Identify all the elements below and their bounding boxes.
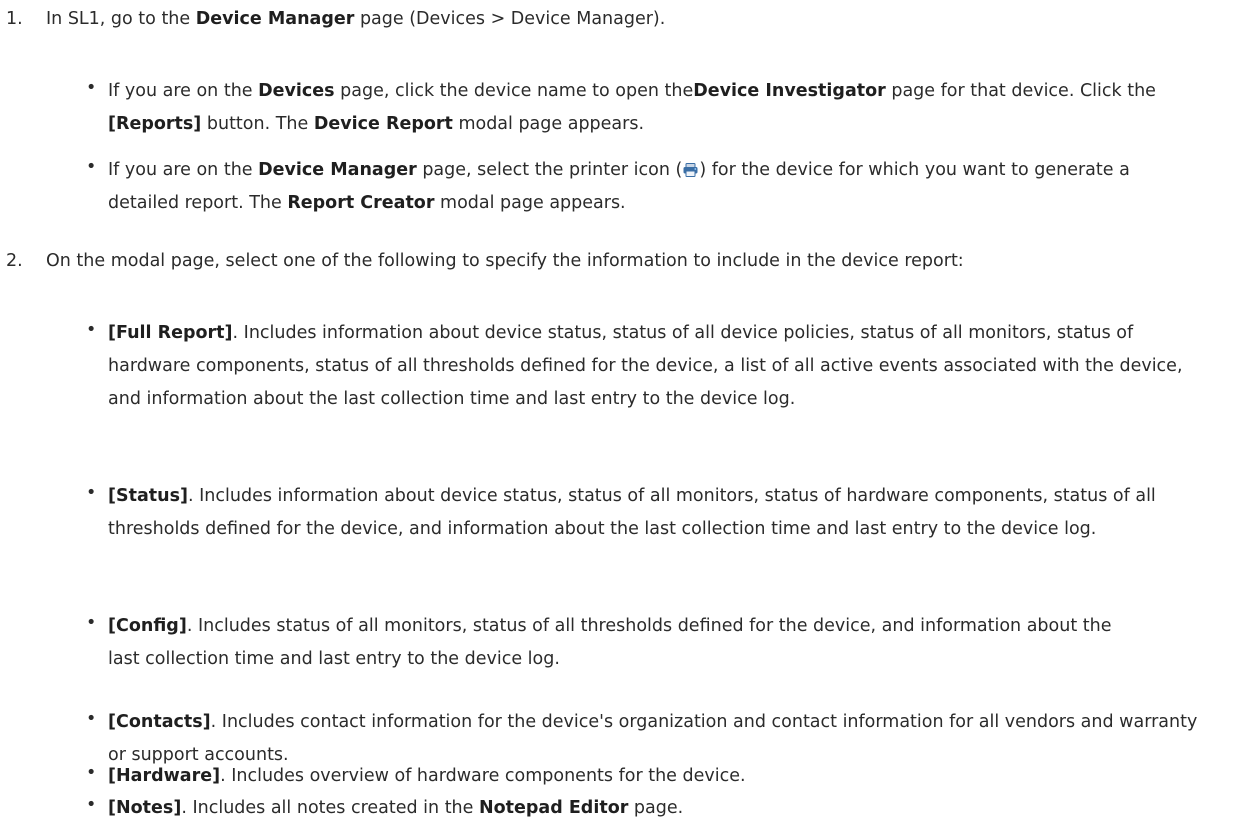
ui-term: Report Creator bbox=[287, 193, 435, 213]
text-segment: button. The bbox=[201, 114, 314, 134]
ui-term: [Reports] bbox=[108, 114, 202, 134]
text-segment: . Includes information about device stat… bbox=[108, 323, 1183, 409]
text-segment: . Includes information about device stat… bbox=[108, 486, 1156, 539]
list-item-text: [Config]. Includes status of all monitor… bbox=[108, 610, 1148, 676]
bullet-dot: • bbox=[86, 320, 97, 340]
list-item-text: [Status]. Includes information about dev… bbox=[108, 480, 1218, 546]
bullet-dot: • bbox=[86, 795, 97, 815]
list-item-text: If you are on the Device Manager page, s… bbox=[108, 154, 1168, 220]
text-segment: . Includes overview of hardware componen… bbox=[220, 766, 746, 786]
text-segment: If you are on the bbox=[108, 81, 259, 101]
text-segment: page. bbox=[628, 798, 684, 818]
bullet-dot: • bbox=[86, 483, 97, 503]
list-item-text: [Hardware]. Includes overview of hardwar… bbox=[108, 760, 1218, 793]
ui-term: [Config] bbox=[108, 616, 187, 636]
bullet-dot: • bbox=[86, 78, 97, 98]
ui-term: [Contacts] bbox=[108, 712, 211, 732]
text-segment: . Includes status of all monitors, statu… bbox=[108, 616, 1112, 669]
ui-term: Device Report bbox=[313, 114, 453, 134]
ui-term: Devices bbox=[258, 81, 335, 101]
text-segment: . Includes contact information for the d… bbox=[108, 712, 1198, 765]
ui-term: Notepad Editor bbox=[478, 798, 629, 818]
ui-term: Device Investigator bbox=[693, 81, 886, 101]
bullet-dot: • bbox=[86, 157, 97, 177]
text-segment: page, click the device name to open the bbox=[334, 81, 694, 101]
list-item-text: If you are on the Devices page, click th… bbox=[108, 75, 1218, 141]
text-segment: modal page appears. bbox=[434, 193, 626, 213]
text-segment: . Includes all notes created in the bbox=[181, 798, 479, 818]
bullet-dot: • bbox=[86, 709, 97, 729]
list-item-text: [Full Report]. Includes information abou… bbox=[108, 317, 1218, 416]
text-segment: page (Devices > Device Manager). bbox=[354, 9, 666, 29]
ui-term: [Status] bbox=[108, 486, 189, 506]
ui-term: Device Manager bbox=[258, 160, 417, 180]
bullet-dot: • bbox=[86, 763, 97, 783]
text-segment: If you are on the bbox=[108, 160, 259, 180]
printer-icon bbox=[683, 156, 698, 177]
step-number: 2. bbox=[6, 251, 23, 271]
ui-term: Device Manager bbox=[195, 9, 355, 29]
list-item-text: [Notes]. Includes all notes created in t… bbox=[108, 792, 1218, 825]
ui-term: [Full Report] bbox=[108, 323, 233, 343]
step-text: On the modal page, select one of the fol… bbox=[46, 251, 964, 271]
ui-term: [Hardware] bbox=[108, 766, 221, 786]
text-segment: page, select the printer icon ( bbox=[416, 160, 683, 180]
step-text: In SL1, go to the Device Manager page (D… bbox=[46, 6, 665, 33]
text-segment: In SL1, go to the bbox=[46, 9, 196, 29]
step-number: 1. bbox=[6, 9, 23, 29]
bullet-dot: • bbox=[86, 613, 97, 633]
text-segment: page for that device. Click the bbox=[885, 81, 1156, 101]
text-segment: modal page appears. bbox=[452, 114, 645, 134]
ui-term: [Notes] bbox=[108, 798, 182, 818]
